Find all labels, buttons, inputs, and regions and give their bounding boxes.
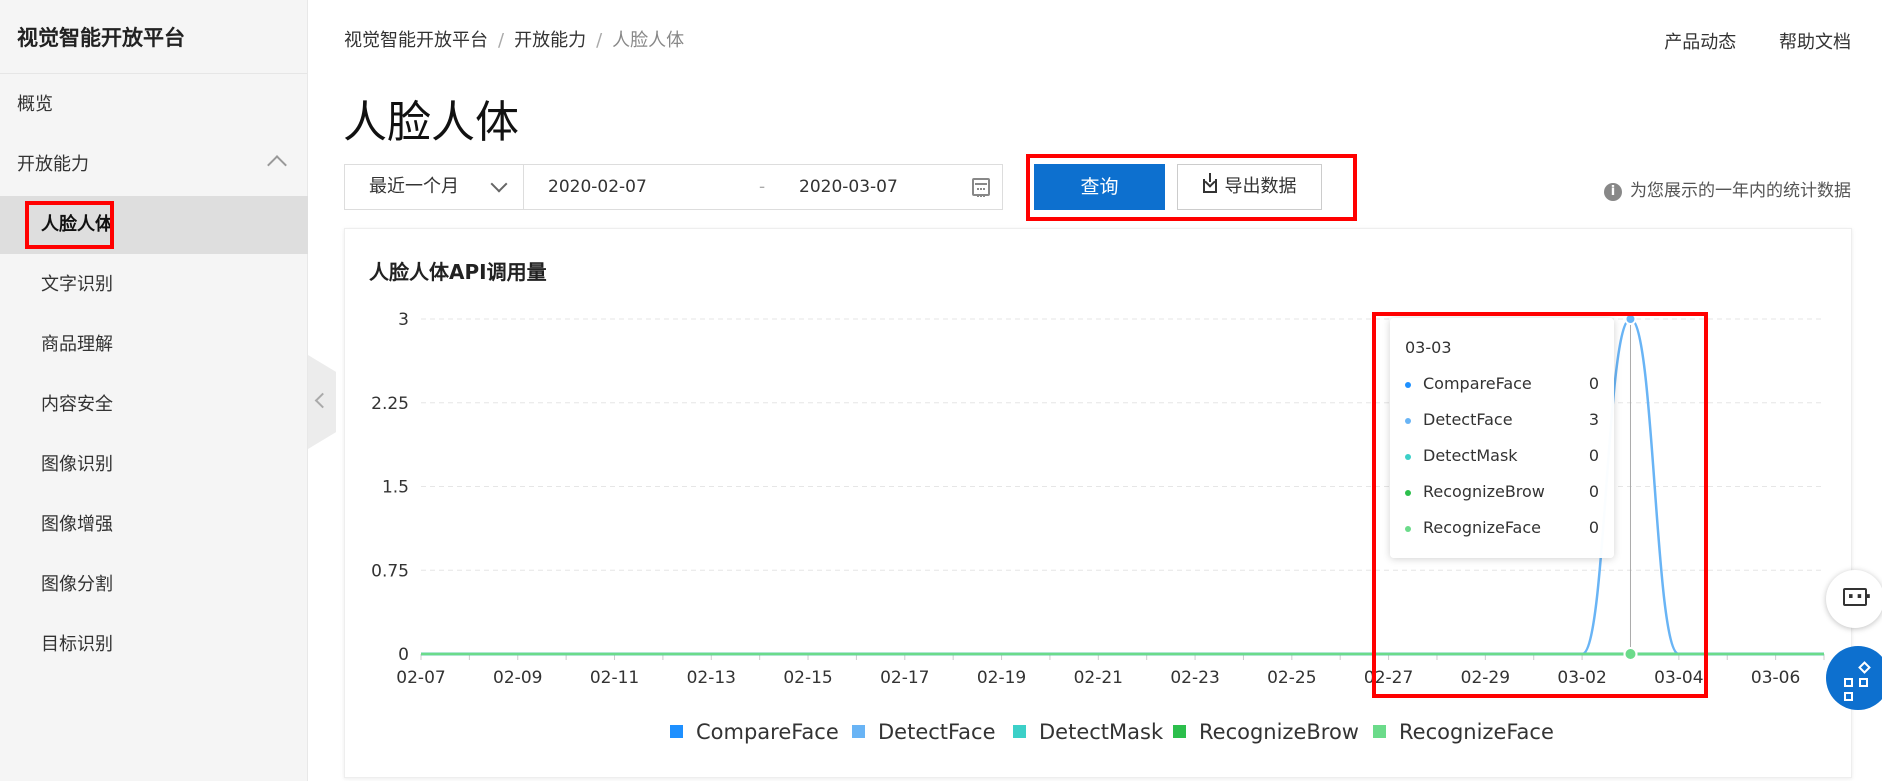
tooltip-series-name: DetectMask [1423,446,1518,465]
legend-swatch [1013,725,1026,738]
x-tick-label: 02-29 [1461,668,1510,688]
x-tick-label: 03-02 [1557,668,1606,688]
legend-swatch [1173,725,1186,738]
series-dot-detectmask [1405,454,1411,460]
tooltip-row: DetectMask 0 [1405,446,1599,466]
tooltip-series-name: CompareFace [1423,374,1532,393]
chat-button[interactable] [1826,570,1882,628]
x-tick-label: 03-06 [1751,668,1800,688]
tooltip-row: RecognizeFace 0 [1405,518,1599,538]
legend-swatch [670,725,683,738]
chart-tooltip: 03-03 CompareFace 0 DetectFace 3 DetectM… [1390,318,1614,558]
tooltip-series-value: 3 [1588,410,1599,429]
tooltip-date: 03-03 [1405,338,1452,357]
y-tick-label: 0.75 [371,561,409,581]
x-tick-label: 02-07 [396,668,445,688]
tooltip-series-value: 0 [1588,374,1599,393]
tooltip-series-value: 0 [1588,518,1599,537]
tooltip-series-name: RecognizeFace [1423,518,1541,537]
apps-button[interactable] [1826,646,1882,710]
tooltip-row: DetectFace 3 [1405,410,1599,430]
y-tick-label: 2.25 [371,394,409,414]
tooltip-series-name: DetectFace [1423,410,1513,429]
legend-label: CompareFace [696,720,839,744]
x-tick-label: 02-27 [1364,668,1413,688]
tooltip-series-name: RecognizeBrow [1423,482,1545,501]
x-tick-label: 02-09 [493,668,542,688]
y-tick-label: 0 [398,645,409,665]
tooltip-series-value: 0 [1588,446,1599,465]
y-tick-label: 1.5 [382,478,409,498]
legend-label: RecognizeBrow [1199,720,1359,744]
legend-label: RecognizeFace [1399,720,1554,744]
tooltip-series-value: 0 [1588,482,1599,501]
x-tick-label: 02-19 [977,668,1026,688]
legend-label: DetectFace [878,720,996,744]
series-dot-compareface [1405,382,1411,388]
legend-label: DetectMask [1039,720,1164,744]
x-tick-label: 02-21 [1074,668,1123,688]
data-point-recognizeface [1623,647,1638,661]
data-point-detectface [1624,313,1637,325]
series-dot-recognizeface [1405,526,1411,532]
y-tick-label: 3 [398,310,409,330]
legend-swatch [1373,725,1386,738]
tooltip-row: CompareFace 0 [1405,374,1599,394]
x-tick-label: 02-25 [1267,668,1316,688]
series-dot-recognizebrow [1405,490,1411,496]
x-tick-label: 03-04 [1654,668,1703,688]
x-tick-label: 02-13 [687,668,736,688]
x-tick-label: 02-11 [590,668,639,688]
chat-icon [1843,584,1873,608]
tooltip-row: RecognizeBrow 0 [1405,482,1599,502]
legend-swatch [852,725,865,738]
x-tick-label: 02-15 [783,668,832,688]
series-dot-detectface [1405,418,1411,424]
x-tick-label: 02-23 [1170,668,1219,688]
x-tick-label: 02-17 [880,668,929,688]
